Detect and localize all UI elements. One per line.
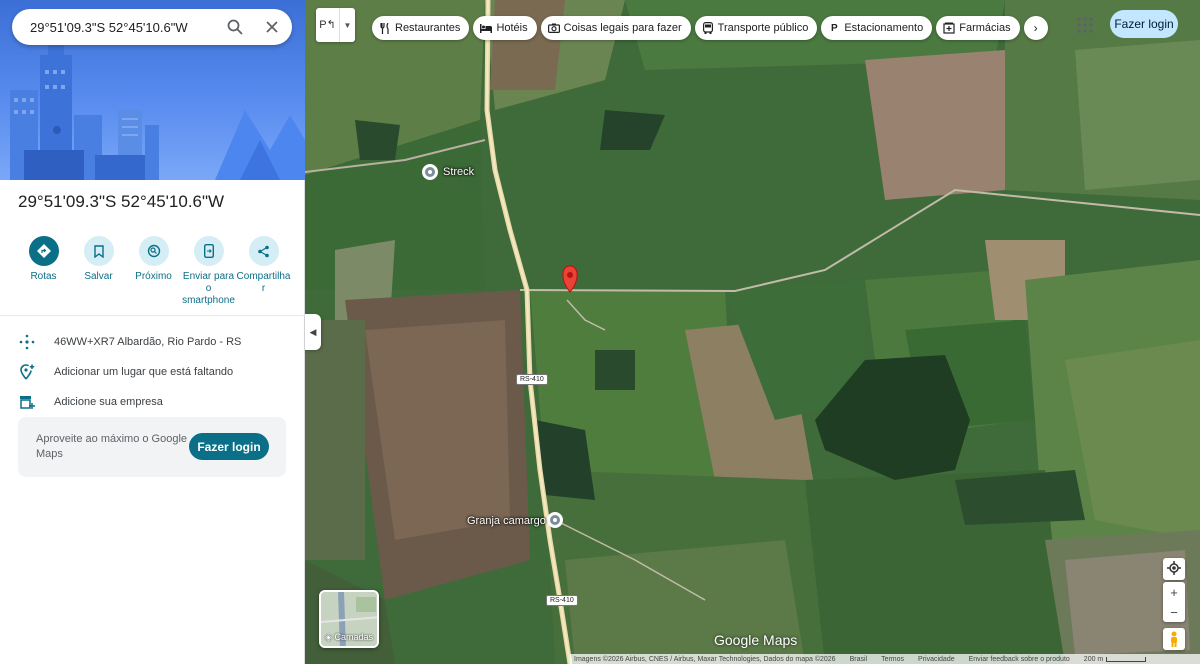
search-icon[interactable]	[224, 16, 246, 38]
add-missing-place-row[interactable]: Adicionar um lugar que está faltando	[18, 363, 233, 381]
share-button[interactable]: Compartilhar	[236, 236, 291, 307]
layers-icon: ◈	[325, 632, 332, 642]
zoom-in-button[interactable]: +	[1163, 582, 1185, 602]
category-chips: Restaurantes Hotéis Coisas legais para f…	[372, 16, 1052, 40]
feedback-link[interactable]: Enviar feedback sobre o produto	[969, 656, 1070, 663]
scale-line	[1106, 656, 1147, 662]
bookmark-icon	[83, 236, 114, 266]
search-input[interactable]	[30, 19, 220, 35]
imagery-attribution: Imagens ©2026 Airbus, CNES / Airbus, Max…	[574, 655, 836, 663]
chevron-right-icon: ›	[1033, 21, 1038, 35]
pegman-street-view-icon[interactable]	[1163, 628, 1185, 650]
bus-icon	[702, 22, 714, 34]
satellite-map[interactable]: Streck Granja camargo RS-410 RS-410	[305, 0, 1200, 664]
action-label: Compartilhar	[236, 271, 291, 294]
apps-grid-icon[interactable]	[1075, 15, 1095, 35]
add-missing-place-text: Adicionar um lugar que está faltando	[54, 366, 234, 378]
place-title: 29°51'09.3"S 52°45'10.6"W	[18, 192, 225, 211]
zoom-controls: + −	[1163, 582, 1185, 622]
chevron-down-icon[interactable]: ▼	[340, 21, 355, 30]
road-shield-rs410: RS-410	[546, 595, 578, 606]
chip-hotels[interactable]: Hotéis	[473, 16, 537, 40]
action-label: Rotas	[30, 271, 57, 282]
map-footer: Imagens ©2026 Airbus, CNES / Airbus, Max…	[570, 654, 1200, 664]
chips-next-button[interactable]: ›	[1023, 16, 1048, 40]
share-icon	[248, 236, 279, 266]
add-business-row[interactable]: Adicione sua empresa	[18, 393, 163, 411]
send-to-phone-icon	[193, 236, 224, 266]
collapse-panel-button[interactable]: ◀	[305, 314, 321, 350]
nearby-button[interactable]: Próximo	[126, 236, 181, 307]
chip-label: Restaurantes	[395, 22, 461, 34]
chip-things-to-do[interactable]: Coisas legais para fazer	[540, 16, 691, 40]
action-label: Salvar	[84, 271, 113, 282]
layers-label-text: Camadas	[334, 632, 373, 642]
add-location-icon	[18, 363, 36, 381]
google-maps-watermark: Google Maps	[714, 632, 798, 648]
chip-public-transport[interactable]: Transporte público	[694, 16, 818, 40]
action-label: Próximo	[135, 271, 172, 282]
chip-restaurants[interactable]: Restaurantes	[372, 16, 470, 40]
chip-label: Hotéis	[496, 22, 528, 34]
google-maps-app: Streck Granja camargo RS-410 RS-410 P↰ ▼…	[0, 0, 1200, 664]
divider	[0, 315, 305, 316]
zoom-out-button[interactable]: −	[1163, 602, 1185, 622]
save-button[interactable]: Salvar	[71, 236, 126, 307]
sign-in-promo-card: Aproveite ao máximo o Google Maps Fazer …	[18, 417, 286, 477]
my-location-button[interactable]	[1163, 558, 1185, 580]
directions-icon	[28, 236, 59, 266]
directions-button[interactable]: Rotas	[16, 236, 71, 307]
privacy-link[interactable]: Privacidade	[918, 656, 955, 663]
action-bar: Rotas Salvar Próximo Enviar para o smart…	[16, 236, 296, 307]
layers-label: ◈ Camadas	[321, 632, 377, 643]
parking-icon: P	[831, 22, 838, 34]
map-layer-toggle[interactable]: P↰ ▼	[316, 8, 355, 42]
country-link[interactable]: Brasil	[850, 656, 868, 663]
plus-code-icon	[18, 333, 36, 351]
scale-label: 200 m	[1083, 655, 1104, 663]
road-shield-rs410: RS-410	[516, 374, 548, 385]
chip-label: Estacionamento	[844, 22, 924, 34]
sign-in-promo-text: Aproveite ao máximo o Google Maps	[36, 433, 188, 460]
sign-in-button-top[interactable]: Fazer login	[1110, 10, 1178, 38]
chip-parking[interactable]: P Estacionamento	[821, 16, 933, 40]
add-business-icon	[18, 393, 36, 411]
search-box[interactable]	[12, 9, 292, 45]
add-business-text: Adicione sua empresa	[54, 396, 163, 408]
place-label-streck[interactable]: Streck	[443, 166, 474, 178]
send-to-phone-button[interactable]: Enviar para o smartphone	[181, 236, 236, 307]
scale-bar[interactable]: 200 m	[1083, 655, 1147, 663]
chip-label: Transporte público	[717, 22, 809, 34]
layer-toggle-label: P↰	[316, 8, 340, 42]
layers-button[interactable]: ◈ Camadas	[319, 590, 379, 648]
place-label-granja-camargo[interactable]: Granja camargo	[467, 515, 546, 527]
chip-label: Coisas legais para fazer	[563, 22, 682, 34]
satellite-imagery	[305, 0, 1200, 664]
chip-pharmacies[interactable]: Farmácias	[936, 16, 1020, 40]
action-label: Enviar para o smartphone	[182, 271, 235, 306]
bed-icon	[480, 22, 493, 34]
side-panel: 29°51'09.3"S 52°45'10.6"W Rotas Salvar P…	[0, 0, 305, 664]
camera-icon	[547, 22, 560, 34]
fork-knife-icon	[379, 22, 391, 34]
my-location-icon	[1163, 558, 1185, 578]
plus-code-text: 46WW+XR7 Albardão, Rio Pardo - RS	[54, 336, 242, 348]
chevron-left-icon: ◀	[309, 326, 317, 337]
nearby-icon	[138, 236, 169, 266]
sign-in-button[interactable]: Fazer login	[189, 433, 269, 460]
terms-link[interactable]: Termos	[881, 656, 904, 663]
chip-label: Farmácias	[959, 22, 1011, 34]
pharmacy-icon	[943, 22, 955, 34]
close-icon[interactable]	[261, 16, 283, 38]
plus-code-row[interactable]: 46WW+XR7 Albardão, Rio Pardo - RS	[18, 333, 241, 351]
